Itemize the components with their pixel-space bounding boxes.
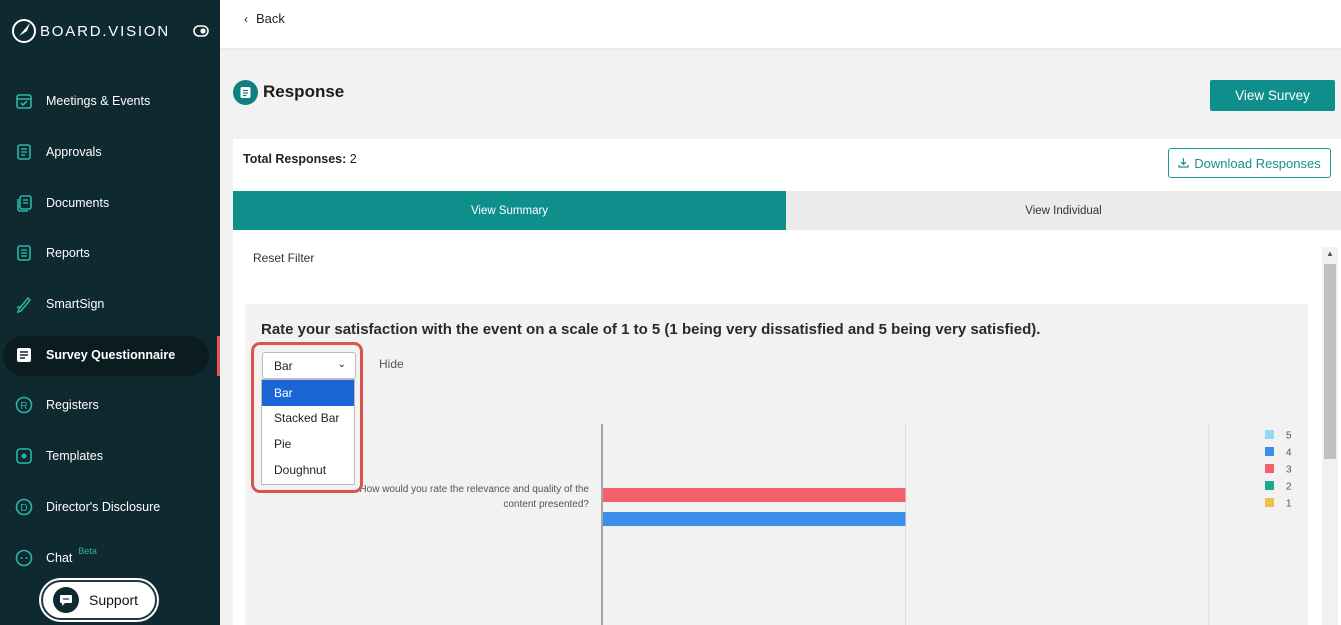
chart-type-option-bar[interactable]: Bar xyxy=(262,380,354,406)
svg-text:D: D xyxy=(20,503,27,514)
legend-swatch-2 xyxy=(1265,481,1274,490)
chart-type-option-doughnut[interactable]: Doughnut xyxy=(262,457,354,483)
report-icon xyxy=(14,243,34,263)
documents-icon xyxy=(14,193,34,213)
download-responses-label: Download Responses xyxy=(1194,155,1321,171)
survey-icon xyxy=(14,345,34,365)
chart-bar-series-3 xyxy=(603,488,906,502)
support-chat-icon xyxy=(53,587,79,613)
back-button[interactable]: ‹ Back xyxy=(244,11,285,26)
pen-icon xyxy=(14,294,34,314)
reset-filter-link[interactable]: Reset Filter xyxy=(253,251,314,265)
scrollbar-thumb[interactable] xyxy=(1324,264,1336,459)
sidebar-item-templates[interactable]: Templates xyxy=(0,431,220,482)
chart-bar-series-4 xyxy=(603,512,906,526)
sidebar-item-label: Chat xyxy=(46,550,73,565)
chart-type-dropdown: Bar Stacked Bar Pie Doughnut xyxy=(261,379,355,485)
support-button[interactable]: Support xyxy=(41,580,157,620)
sidebar: BOARD.VISION Meetings & Events Approvals… xyxy=(0,0,220,625)
total-responses-value: 2 xyxy=(349,152,357,166)
sidebar-item-meetings-events[interactable]: Meetings & Events xyxy=(0,76,220,127)
question-title: Rate your satisfaction with the event on… xyxy=(261,321,1041,338)
scroll-up-arrow-icon[interactable]: ▲ xyxy=(1326,249,1334,258)
sidebar-item-label: Templates xyxy=(46,449,103,464)
sidebar-item-directors-disclosure[interactable]: D Director's Disclosure xyxy=(0,482,220,533)
legend-label-2: 2 xyxy=(1286,482,1292,493)
chart-type-selected: Bar xyxy=(274,358,293,373)
legend-label-3: 3 xyxy=(1286,465,1292,476)
sidebar-item-chat[interactable]: Chat Beta xyxy=(0,532,220,583)
legend-label-1: 1 xyxy=(1286,499,1292,510)
hide-chart-link[interactable]: Hide xyxy=(379,357,404,371)
sidebar-item-label: Documents xyxy=(46,195,110,210)
sidebar-item-reports[interactable]: Reports xyxy=(0,228,220,279)
total-responses-label: Total Responses: xyxy=(243,152,347,166)
response-icon xyxy=(233,80,258,105)
sidebar-item-approvals[interactable]: Approvals xyxy=(0,127,220,178)
tab-view-individual[interactable]: View Individual xyxy=(786,191,1341,230)
chart-type-option-stacked-bar[interactable]: Stacked Bar xyxy=(262,406,354,432)
response-tabs: View Summary View Individual xyxy=(233,191,1341,230)
sidebar-item-smartsign[interactable]: SmartSign xyxy=(0,279,220,330)
tab-view-summary[interactable]: View Summary xyxy=(233,191,786,230)
total-responses: Total Responses: 2 xyxy=(243,152,357,166)
beta-badge: Beta xyxy=(78,545,97,556)
calendar-icon xyxy=(14,91,34,111)
response-bar-chart: How would you rate the relevance and qua… xyxy=(359,424,1292,625)
disclosure-icon: D xyxy=(14,497,34,517)
scrollbar[interactable]: ▲ xyxy=(1322,247,1338,625)
sidebar-nav: Meetings & Events Approvals Documents Re… xyxy=(0,76,220,583)
template-icon xyxy=(14,446,34,466)
registered-icon: R xyxy=(14,395,34,415)
legend-swatch-5 xyxy=(1265,430,1274,439)
sidebar-item-label: Director's Disclosure xyxy=(46,499,161,514)
page-title: Response xyxy=(263,82,345,101)
support-label: Support xyxy=(89,592,139,608)
sidebar-toggle-icon[interactable] xyxy=(193,25,209,37)
sidebar-item-label: Reports xyxy=(46,246,90,261)
sidebar-item-documents[interactable]: Documents xyxy=(0,177,220,228)
sidebar-item-label: Meetings & Events xyxy=(46,94,151,109)
brand-name: BOARD.VISION xyxy=(40,22,170,40)
chevron-down-icon: ⌄ xyxy=(337,359,346,370)
sidebar-item-label: SmartSign xyxy=(46,297,105,312)
chevron-left-icon: ‹ xyxy=(244,11,248,26)
top-bar: ‹ Back xyxy=(220,0,1341,48)
legend-swatch-4 xyxy=(1265,447,1274,456)
back-label: Back xyxy=(256,11,285,26)
sidebar-item-label: Approvals xyxy=(46,145,102,160)
view-survey-button[interactable]: View Survey xyxy=(1210,80,1335,111)
sidebar-item-label: Survey Questionnaire xyxy=(46,347,176,362)
chat-icon xyxy=(14,548,34,568)
svg-text:R: R xyxy=(20,401,27,412)
active-item-indicator xyxy=(217,336,220,377)
legend-label-4: 4 xyxy=(1286,448,1292,459)
brand[interactable]: BOARD.VISION xyxy=(10,17,170,45)
download-responses-button[interactable]: Download Responses xyxy=(1168,148,1331,178)
document-check-icon xyxy=(14,142,34,162)
sidebar-item-survey-questionnaire[interactable]: Survey Questionnaire xyxy=(0,329,220,380)
sidebar-item-registers[interactable]: R Registers xyxy=(0,380,220,431)
sidebar-item-label: Registers xyxy=(46,398,99,413)
brand-logo-icon xyxy=(12,19,36,43)
chart-type-option-pie[interactable]: Pie xyxy=(262,431,354,457)
chart-category-label: How would you rate the relevance and qua… xyxy=(359,484,589,510)
question-block: How would you rate the relevance and qua… xyxy=(245,304,1308,625)
chart-type-select[interactable]: Bar ⌄ xyxy=(262,352,356,379)
response-card: Total Responses: 2 Download Responses Vi… xyxy=(233,139,1341,625)
legend-swatch-1 xyxy=(1265,498,1274,507)
download-icon xyxy=(1178,156,1189,171)
legend-swatch-3 xyxy=(1265,464,1274,473)
legend-label-5: 5 xyxy=(1286,431,1292,442)
